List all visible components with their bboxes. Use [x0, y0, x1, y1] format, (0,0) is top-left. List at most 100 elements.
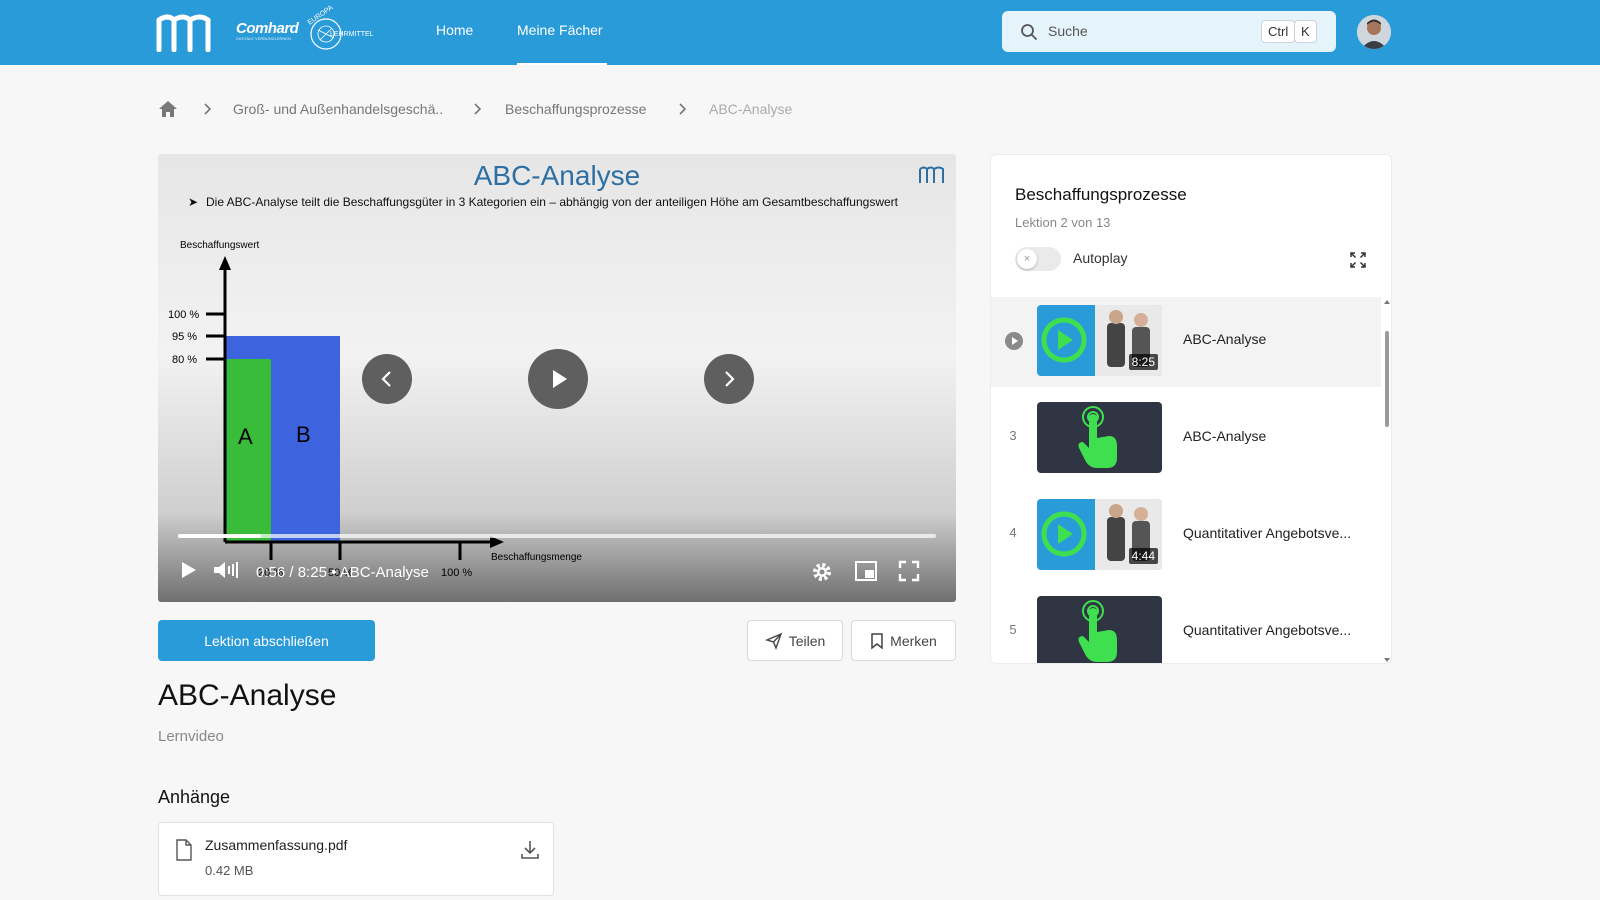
- tap-hand-icon: [1037, 402, 1162, 473]
- lesson-list-panel: Beschaffungsprozesse Lektion 2 von 13 × …: [990, 154, 1392, 664]
- video-progress-bar[interactable]: [178, 534, 936, 538]
- lesson-thumbnail-interactive: [1037, 596, 1162, 663]
- bar-b-label: B: [296, 422, 311, 447]
- lesson-item[interactable]: 5 Quantitativer Angebotsve...: [991, 588, 1381, 663]
- file-icon: [176, 839, 192, 861]
- autoplay-label: Autoplay: [1073, 250, 1128, 266]
- lesson-thumbnail-video: 8:25: [1037, 305, 1162, 376]
- tap-hand-icon: [1037, 596, 1162, 663]
- volume-icon[interactable]: [212, 560, 240, 580]
- chevron-right-icon: [725, 371, 735, 387]
- lesson-title-label: Quantitativer Angebotsve...: [1183, 622, 1352, 638]
- y-tick-label-95: 95 %: [172, 331, 197, 343]
- chapter-separator: •: [331, 564, 340, 581]
- slide-description-text: Die ABC-Analyse teilt die Beschaffungsgü…: [206, 195, 898, 209]
- app-logo-icon[interactable]: [156, 12, 220, 52]
- y-tick-label-100: 100 %: [168, 309, 199, 321]
- y-axis-arrowhead: [219, 256, 231, 270]
- shortcut-key-k: K: [1294, 20, 1317, 43]
- current-time: 0:56: [256, 564, 286, 581]
- now-playing-icon: [1005, 332, 1023, 350]
- x-tick-label-100: 100 %: [441, 567, 472, 579]
- settings-gear-icon[interactable]: [810, 560, 834, 584]
- share-button[interactable]: Teilen: [747, 620, 843, 661]
- previous-lesson-button[interactable]: [362, 354, 412, 404]
- slide-description: ➤ Die ABC-Analyse teilt die Beschaffungs…: [186, 194, 930, 210]
- nav-meine-faecher[interactable]: Meine Fächer: [517, 0, 607, 65]
- home-icon[interactable]: [158, 100, 178, 118]
- chevron-right-icon: [204, 103, 212, 115]
- lesson-title-label: ABC-Analyse: [1183, 428, 1267, 444]
- chevron-left-icon: [381, 371, 391, 387]
- bullet-arrow-icon: ➤: [188, 195, 199, 209]
- lesson-thumbnail-video: 4:44: [1037, 499, 1162, 570]
- download-icon[interactable]: [519, 839, 541, 861]
- nav-home[interactable]: Home: [436, 0, 473, 65]
- expand-icon[interactable]: [1349, 251, 1367, 269]
- top-navigation-bar: Comhard DIGITALE VERBUNDLERNEN EUROPA LE…: [0, 0, 1600, 65]
- lesson-duration: 8:25: [1128, 354, 1158, 370]
- y-tick-label-80: 80 %: [172, 354, 197, 366]
- lesson-duration: 4:44: [1128, 548, 1158, 564]
- fullscreen-icon[interactable]: [898, 560, 920, 582]
- time-separator: /: [289, 564, 298, 581]
- play-icon: [553, 370, 567, 388]
- bookmark-icon: [871, 632, 883, 650]
- attachment-item[interactable]: Zusammenfassung.pdf 0.42 MB: [158, 822, 554, 896]
- duration: 8:25: [297, 564, 327, 581]
- play-button[interactable]: [528, 349, 588, 409]
- slide-logo-icon: [919, 166, 944, 183]
- panel-title: Beschaffungsprozesse: [1015, 185, 1187, 204]
- next-lesson-button[interactable]: [704, 354, 754, 404]
- panel-subtitle: Lektion 2 von 13: [1015, 215, 1111, 230]
- attachment-size: 0.42 MB: [205, 863, 254, 878]
- search-placeholder: Suche: [1048, 23, 1088, 39]
- chevron-right-icon: [679, 103, 687, 115]
- bar-a-label: A: [238, 424, 253, 449]
- slide-title: ABC-Analyse: [473, 160, 641, 191]
- lesson-number: 5: [1009, 622, 1017, 637]
- lesson-title-label: ABC-Analyse: [1183, 331, 1267, 347]
- share-label: Teilen: [788, 632, 826, 649]
- breadcrumb-item-subject[interactable]: Groß- und Außenhandelsgeschä..: [233, 101, 443, 117]
- lesson-list-scrollbar[interactable]: [1381, 297, 1392, 664]
- lesson-item[interactable]: 4 4:44 Quantitativer Angebotsve...: [991, 491, 1381, 581]
- search-input[interactable]: Suche Ctrl K: [1002, 11, 1336, 52]
- user-photo-icon: [1357, 15, 1391, 49]
- lesson-number: 4: [1009, 525, 1017, 540]
- chapter-title: ABC-Analyse: [339, 564, 429, 581]
- breadcrumb-item-current: ABC-Analyse: [709, 101, 793, 117]
- autoplay-toggle[interactable]: ×: [1015, 247, 1061, 271]
- user-avatar[interactable]: [1357, 15, 1391, 49]
- attachments-heading: Anhänge: [158, 787, 231, 807]
- chart-xlabel: Beschaffungsmenge: [491, 552, 582, 563]
- complete-lesson-button[interactable]: Lektion abschließen: [158, 620, 375, 661]
- attachment-name: Zusammenfassung.pdf: [205, 837, 348, 853]
- lehrmittel-label: LEHRMITTEL: [330, 31, 374, 38]
- video-player[interactable]: ABC-Analyse ➤ Die ABC-Analyse teilt die …: [158, 154, 956, 602]
- bookmark-button[interactable]: Merken: [851, 620, 956, 661]
- lesson-number: 3: [1009, 428, 1017, 443]
- send-icon: [764, 632, 782, 650]
- chart-ylabel: Beschaffungswert: [180, 240, 260, 251]
- breadcrumb-item-topic[interactable]: Beschaffungsprozesse: [505, 101, 646, 117]
- shortcut-key-ctrl: Ctrl: [1261, 20, 1296, 43]
- bar-a: [226, 359, 271, 542]
- search-icon: [1021, 24, 1037, 40]
- comhard-logo: Comhard DIGITALE VERBUNDLERNEN: [236, 20, 299, 41]
- lesson-thumbnail-interactive: [1037, 402, 1162, 473]
- lesson-list: 8:25 ABC-Analyse 3 ABC-Analyse 4 4:44 Qu…: [991, 297, 1391, 663]
- lesson-item[interactable]: 3 ABC-Analyse: [991, 394, 1381, 484]
- picture-in-picture-icon[interactable]: [854, 560, 878, 582]
- video-progress-fill: [178, 534, 262, 538]
- lesson-type: Lernvideo: [158, 728, 224, 745]
- video-time-display: 0:56 / 8:25 • ABC-Analyse: [256, 564, 429, 581]
- play-small-icon[interactable]: [178, 560, 198, 580]
- lesson-title-label: Quantitativer Angebotsve...: [1183, 525, 1352, 541]
- bookmark-label: Merken: [890, 632, 937, 649]
- lesson-title: ABC-Analyse: [158, 679, 337, 712]
- lesson-item[interactable]: 8:25 ABC-Analyse: [991, 297, 1381, 387]
- abc-chart: Beschaffungswert 100 % 95 % 80 % A B 20 …: [168, 240, 582, 579]
- chevron-right-icon: [474, 103, 482, 115]
- toggle-off-icon: ×: [1017, 249, 1037, 269]
